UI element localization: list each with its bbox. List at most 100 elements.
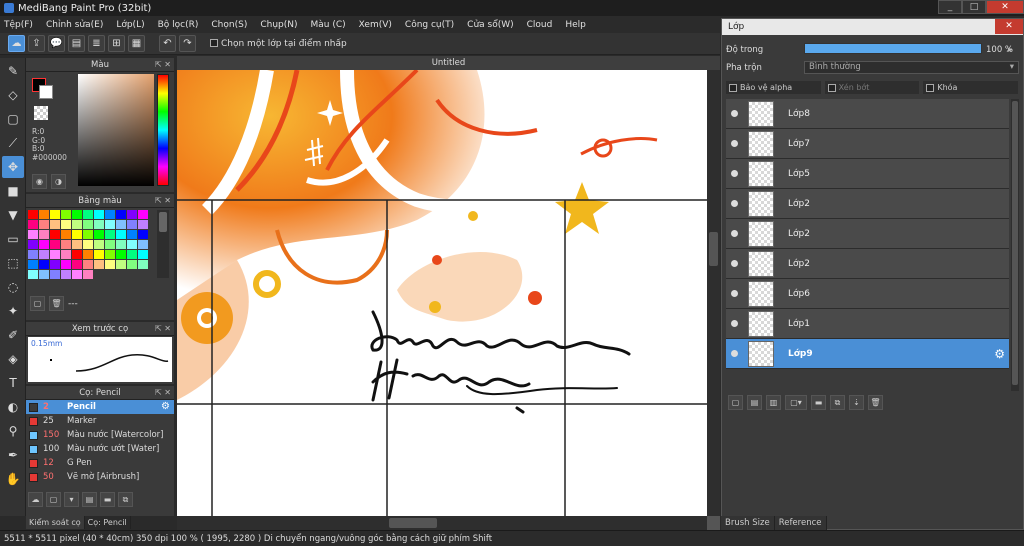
settings-icon[interactable]: ▦ <box>128 35 145 52</box>
drawing-canvas[interactable] <box>177 70 707 516</box>
grid-icon[interactable]: ⊞ <box>108 35 125 52</box>
palette-swatch[interactable] <box>61 220 71 229</box>
merge-layer-icon[interactable]: ⇣ <box>849 395 864 410</box>
menu-help[interactable]: Help <box>565 20 586 30</box>
palette-swatch[interactable] <box>94 250 104 259</box>
color-wheel-icon[interactable]: ◉ <box>32 174 47 189</box>
palette-swatch[interactable] <box>39 250 49 259</box>
brush-item[interactable]: 2 Pencil ⚙ <box>26 400 174 414</box>
palette-swatch[interactable] <box>94 230 104 239</box>
menu-snap[interactable]: Chụp(N) <box>260 20 297 30</box>
opacity-stepper-icon[interactable]: ▸ <box>1008 43 1012 57</box>
palette-swatch[interactable] <box>61 210 71 219</box>
menu-cloud[interactable]: Cloud <box>527 20 553 30</box>
hue-slider[interactable] <box>157 74 169 186</box>
palette-swatch[interactable] <box>127 250 137 259</box>
palette-swatch[interactable] <box>83 270 93 279</box>
palette-swatch[interactable] <box>127 240 137 249</box>
eye-icon[interactable] <box>731 110 738 117</box>
palette-swatch[interactable] <box>138 230 148 239</box>
eye-icon[interactable] <box>731 320 738 327</box>
layer-window-close-icon[interactable]: ✕ <box>995 19 1023 34</box>
select-layer-toggle[interactable]: Chọn một lớp tại điểm nhấp <box>210 39 347 49</box>
brush-folder-icon[interactable]: ▬ <box>100 492 115 507</box>
checkbox-icon[interactable] <box>729 83 737 92</box>
palette-swatch[interactable] <box>39 230 49 239</box>
eyedropper-icon[interactable]: ⚲ <box>2 420 24 442</box>
menu-layer[interactable]: Lớp(L) <box>116 20 144 30</box>
palette-swatch[interactable] <box>50 250 60 259</box>
palette-swatch[interactable] <box>28 250 38 259</box>
brush-item[interactable]: 25 Marker <box>26 414 174 428</box>
maximize-button[interactable]: □ <box>962 0 986 14</box>
duplicate-brush-icon[interactable]: ⧉ <box>118 492 133 507</box>
palette-swatch[interactable] <box>127 260 137 269</box>
palette-swatch[interactable] <box>127 230 137 239</box>
select-pen-icon[interactable]: ✐ <box>2 324 24 346</box>
palette-swatch[interactable] <box>94 240 104 249</box>
magic-wand-icon[interactable]: ✦ <box>2 300 24 322</box>
palette-swatch[interactable] <box>138 260 148 269</box>
palette-swatch[interactable] <box>83 250 93 259</box>
palette-swatch[interactable] <box>28 220 38 229</box>
menu-select[interactable]: Chọn(S) <box>211 20 247 30</box>
new-8bit-layer-icon[interactable]: ▥ <box>766 395 781 410</box>
delete-layer-icon[interactable]: 🗑 <box>868 395 883 410</box>
brush-item[interactable]: 150 Màu nước [Watercolor] <box>26 428 174 442</box>
blend-mode-select[interactable]: Bình thường ▾ <box>804 61 1019 74</box>
layer-scrollbar[interactable] <box>1011 99 1019 391</box>
palette-swatch[interactable] <box>72 270 82 279</box>
gradient-tool-icon[interactable]: ▭ <box>2 228 24 250</box>
add-brush-icon[interactable]: ▾ <box>64 492 79 507</box>
gear-icon[interactable]: ⚙ <box>994 347 1005 361</box>
palette-swatch[interactable] <box>138 240 148 249</box>
share-icon[interactable]: ⇪ <box>28 35 45 52</box>
palette-swatch[interactable] <box>116 220 126 229</box>
close-button[interactable]: ✕ <box>986 0 1024 14</box>
palette-swatch[interactable] <box>28 240 38 249</box>
hand-tool-icon[interactable]: ✋ <box>2 468 24 490</box>
minimize-button[interactable]: _ <box>938 0 962 14</box>
text-tool-icon[interactable]: T <box>2 372 24 394</box>
palette-swatch[interactable] <box>127 220 137 229</box>
panel-controls-icon[interactable]: ⇱ ✕ <box>155 322 171 336</box>
eye-icon[interactable] <box>731 170 738 177</box>
palette-swatch[interactable] <box>83 220 93 229</box>
new-halftone-layer-icon[interactable]: ▤ <box>747 395 762 410</box>
palette-swatch[interactable] <box>83 230 93 239</box>
document-icon[interactable]: ▤ <box>68 35 85 52</box>
select-eraser-icon[interactable]: ◈ <box>2 348 24 370</box>
palette-swatch[interactable] <box>116 230 126 239</box>
palette-swatch[interactable] <box>72 230 82 239</box>
layer-item[interactable]: Lớp2 <box>726 249 1009 279</box>
palette-swatch[interactable] <box>50 210 60 219</box>
line-tool-icon[interactable]: ⟋ <box>2 132 24 154</box>
palette-swatch[interactable] <box>61 250 71 259</box>
palette-swatch[interactable] <box>105 260 115 269</box>
palette-swatch[interactable] <box>105 230 115 239</box>
palette-swatch[interactable] <box>39 260 49 269</box>
menu-edit[interactable]: Chỉnh sửa(E) <box>46 20 103 30</box>
palette-swatch[interactable] <box>28 210 38 219</box>
eye-icon[interactable] <box>731 290 738 297</box>
menu-window[interactable]: Cửa sổ(W) <box>467 20 513 30</box>
palette-swatch[interactable] <box>116 250 126 259</box>
palette-swatch[interactable] <box>105 240 115 249</box>
palette-swatch[interactable] <box>138 210 148 219</box>
palette-swatch[interactable] <box>127 210 137 219</box>
layer-item[interactable]: Lớp1 <box>726 309 1009 339</box>
palette-swatch[interactable] <box>39 240 49 249</box>
pen-tool-icon[interactable]: ✒ <box>2 444 24 466</box>
palette-swatch[interactable] <box>138 220 148 229</box>
tab-brush-size[interactable]: Brush Size <box>721 516 775 530</box>
duplicate-layer-icon[interactable]: ⧉ <box>830 395 845 410</box>
delete-palette-icon[interactable]: 🗑 <box>49 296 64 311</box>
palette-swatch[interactable] <box>50 240 60 249</box>
palette-swatch[interactable] <box>50 260 60 269</box>
menu-color[interactable]: Màu (C) <box>311 20 346 30</box>
undo-icon[interactable]: ↶ <box>159 35 176 52</box>
palette-scrollbar[interactable] <box>157 210 169 278</box>
cloud-brush-icon[interactable]: ☁ <box>28 492 43 507</box>
folder-icon[interactable]: ▬ <box>811 395 826 410</box>
palette-swatch[interactable] <box>39 210 49 219</box>
